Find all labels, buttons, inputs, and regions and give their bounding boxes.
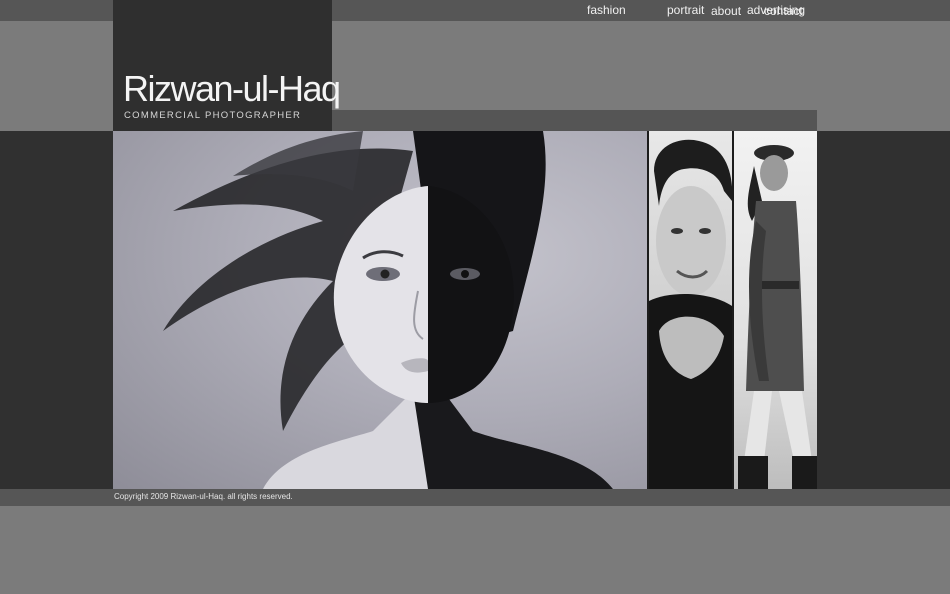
menu-item-portrait[interactable]: portrait <box>667 3 704 17</box>
menu-item-advertising[interactable]: advertising <box>747 3 805 17</box>
logo[interactable]: Rizwan-ul-Haq COMMERCIAL PHOTOGRAPHER <box>113 0 341 131</box>
fashion-thumb-illustration <box>738 145 817 489</box>
menu-item-fashion[interactable]: fashion <box>587 3 626 17</box>
copyright-text: Copyright 2009 Rizwan-ul-Haq. all rights… <box>114 492 293 501</box>
fashion-thumbnail[interactable] <box>734 131 817 489</box>
nav-link-about[interactable]: about <box>711 4 741 18</box>
site-tagline: COMMERCIAL PHOTOGRAPHER <box>124 110 302 121</box>
main-featured-photo[interactable] <box>113 131 648 489</box>
category-menu-bar <box>332 110 817 131</box>
main-photo-illustration <box>163 131 613 489</box>
portrait-thumbnail[interactable] <box>649 131 732 489</box>
site-title: Rizwan-ul-Haq <box>123 68 341 109</box>
portrait-thumb-illustration <box>649 139 732 489</box>
